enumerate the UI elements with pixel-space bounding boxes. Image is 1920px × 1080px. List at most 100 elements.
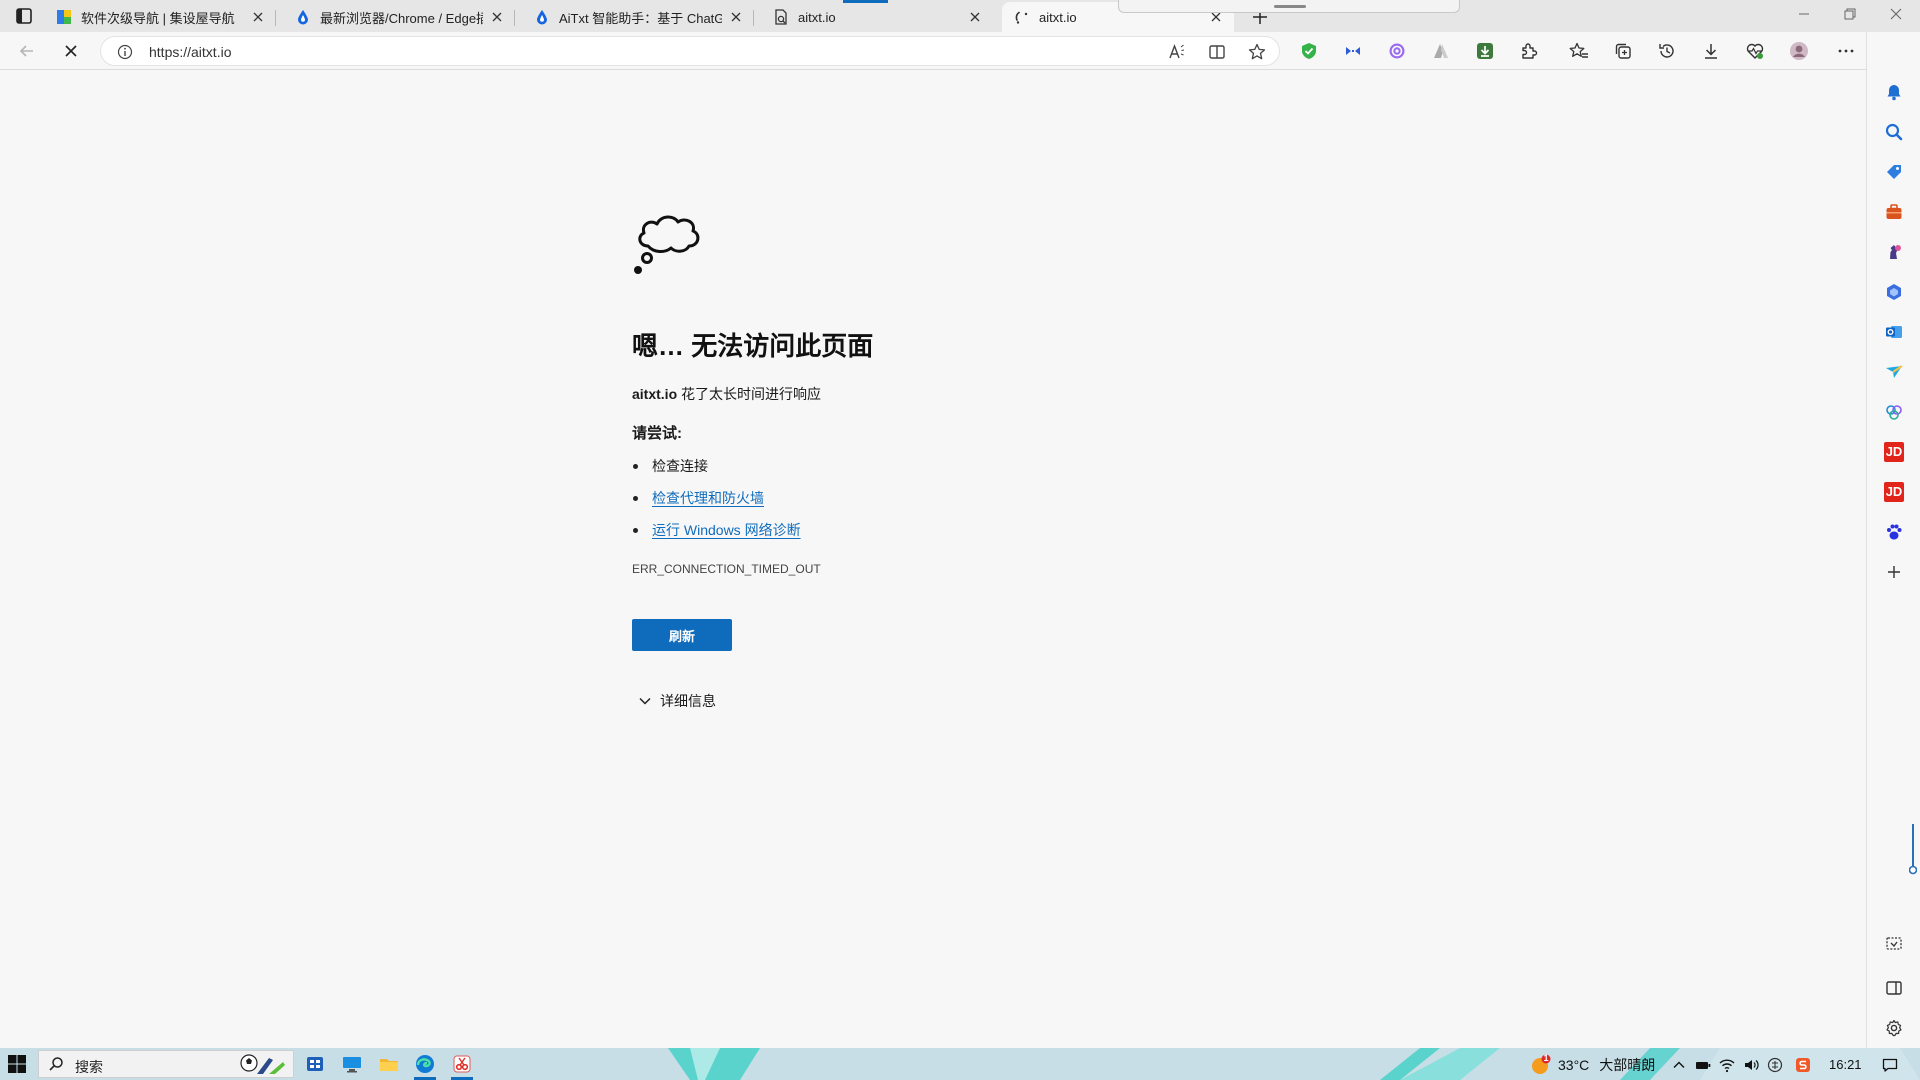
tab-4[interactable]: aitxt.io bbox=[761, 2, 993, 32]
battery-icon[interactable] bbox=[1695, 1057, 1711, 1073]
loading-spinner-icon bbox=[1014, 9, 1030, 25]
stop-loading-icon[interactable] bbox=[61, 41, 81, 61]
tools-briefcase-icon[interactable] bbox=[1884, 202, 1904, 222]
suggestion-check-proxy: 检查代理和防火墙 bbox=[632, 488, 801, 520]
tab-strip: 软件次级导航 | 集设屋导航 最新浏览器/Chrome / Edge插件 AiT… bbox=[0, 0, 1920, 32]
refresh-button[interactable]: 刷新 bbox=[632, 619, 732, 651]
history-icon[interactable] bbox=[1657, 41, 1677, 61]
tab-title: 软件次级导航 | 集设屋导航 bbox=[81, 10, 235, 26]
page-content: 嗯… 无法访问此页面 aitxt.io 花了太长时间进行响应 请尝试: 检查连接… bbox=[0, 70, 1865, 1048]
close-icon[interactable] bbox=[728, 9, 744, 25]
tab-1[interactable]: 软件次级导航 | 集设屋导航 bbox=[44, 2, 276, 32]
microsoft-365-icon[interactable] bbox=[1884, 282, 1904, 302]
favorites-icon[interactable] bbox=[1569, 41, 1589, 61]
weather-temperature: 33°C bbox=[1558, 1057, 1590, 1073]
jd-shopping-icon[interactable]: JD bbox=[1884, 442, 1904, 462]
aitxt-extension-icon[interactable] bbox=[1431, 41, 1451, 61]
tab-3[interactable]: AiTxt 智能助手：基于 ChatGPT 3.5 bbox=[522, 2, 754, 32]
edge-sidebar: JD JD bbox=[1866, 32, 1920, 1048]
designer-icon[interactable] bbox=[1884, 402, 1904, 422]
chevron-up-icon[interactable] bbox=[1671, 1057, 1687, 1073]
shopping-tag-icon[interactable] bbox=[1884, 162, 1904, 182]
ai-swirl-extension-icon[interactable] bbox=[1387, 41, 1407, 61]
details-label: 详细信息 bbox=[660, 693, 716, 709]
sidebar-toggle-icon[interactable] bbox=[1884, 978, 1904, 998]
jd-shopping-icon-2[interactable]: JD bbox=[1884, 482, 1904, 502]
chevron-down-icon bbox=[639, 697, 651, 705]
bell-icon[interactable] bbox=[1884, 82, 1904, 102]
downloads-icon[interactable] bbox=[1701, 41, 1721, 61]
search-placeholder: 搜索 bbox=[75, 1059, 103, 1075]
notification-center-icon[interactable] bbox=[1882, 1057, 1898, 1073]
jd-label: JD bbox=[1885, 444, 1903, 459]
search-icon[interactable] bbox=[1884, 122, 1904, 142]
network-diagnostics-link[interactable]: 运行 Windows 网络诊断 bbox=[652, 522, 801, 538]
windows-start-icon[interactable] bbox=[7, 1054, 27, 1074]
avatar[interactable] bbox=[1789, 41, 1809, 61]
error-host: aitxt.io bbox=[632, 386, 678, 402]
restore-icon[interactable] bbox=[1842, 6, 1858, 22]
minimize-icon[interactable] bbox=[1796, 6, 1812, 22]
read-aloud-icon[interactable] bbox=[1167, 42, 1187, 62]
taskbar-search[interactable]: 搜索 bbox=[38, 1050, 294, 1078]
search-highlight-soccer-icon bbox=[239, 1052, 289, 1076]
edge-browser-icon[interactable] bbox=[414, 1053, 436, 1075]
games-chess-icon[interactable] bbox=[1884, 242, 1904, 262]
more-options-icon[interactable] bbox=[1836, 41, 1856, 61]
error-title: 嗯… 无法访问此页面 bbox=[632, 331, 874, 361]
tab-title: aitxt.io bbox=[798, 9, 836, 25]
file-explorer-icon[interactable] bbox=[378, 1053, 400, 1075]
check-proxy-link[interactable]: 检查代理和防火墙 bbox=[652, 490, 764, 506]
ime-icon[interactable] bbox=[1767, 1057, 1783, 1073]
weather-badge: 1 bbox=[1543, 1053, 1549, 1063]
screenshot-icon[interactable] bbox=[1884, 934, 1904, 954]
performance-heart-icon[interactable] bbox=[1745, 41, 1765, 61]
drop-send-icon[interactable] bbox=[1884, 362, 1904, 382]
wifi-icon[interactable] bbox=[1719, 1057, 1735, 1073]
close-icon[interactable] bbox=[967, 9, 983, 25]
arrows-extension-icon[interactable] bbox=[1343, 41, 1363, 61]
security-s-icon[interactable] bbox=[1795, 1057, 1811, 1073]
tab-title: AiTxt 智能助手：基于 ChatGPT 3.5 bbox=[559, 10, 722, 26]
info-icon[interactable] bbox=[117, 44, 133, 60]
taskbar-clock[interactable]: 16:21 bbox=[1829, 1057, 1862, 1072]
window-close-icon[interactable] bbox=[1888, 6, 1904, 22]
thought-cloud-icon bbox=[632, 206, 708, 282]
task-view-app-icon[interactable] bbox=[304, 1053, 326, 1075]
snipping-tool-icon[interactable] bbox=[451, 1053, 473, 1075]
colorful-grid-favicon-icon bbox=[56, 9, 72, 25]
close-icon[interactable] bbox=[250, 9, 266, 25]
add-icon[interactable] bbox=[1884, 562, 1904, 582]
close-icon[interactable] bbox=[489, 9, 505, 25]
split-screen-icon[interactable] bbox=[1207, 42, 1227, 62]
outlook-icon[interactable] bbox=[1884, 322, 1904, 342]
weather-widget[interactable]: 1 33°C 大部晴朗 bbox=[1530, 1053, 1655, 1076]
loading-indicator bbox=[843, 0, 888, 3]
settings-gear-icon[interactable] bbox=[1884, 1018, 1904, 1038]
address-bar[interactable]: https://aitxt.io bbox=[100, 36, 1280, 66]
collections-icon[interactable] bbox=[1613, 41, 1633, 61]
search-icon bbox=[48, 1056, 64, 1072]
suggestion-check-connection: 检查连接 bbox=[632, 456, 801, 488]
tab-actions-icon[interactable] bbox=[14, 6, 34, 26]
download-extension-icon[interactable] bbox=[1475, 41, 1495, 61]
this-pc-icon[interactable] bbox=[341, 1053, 363, 1075]
favorite-star-icon[interactable] bbox=[1247, 42, 1267, 62]
tab-2[interactable]: 最新浏览器/Chrome / Edge插件 bbox=[283, 2, 515, 32]
browser-toolbar: https://aitxt.io bbox=[0, 32, 1920, 70]
taskbar: 搜索 1 33°C 大部晴朗 16:21 bbox=[0, 1048, 1920, 1080]
dropdown-panel-edge[interactable] bbox=[1118, 0, 1460, 13]
url-text[interactable]: https://aitxt.io bbox=[149, 44, 231, 60]
shield-extension-icon[interactable] bbox=[1299, 41, 1319, 61]
broken-page-favicon-icon bbox=[773, 9, 789, 25]
drag-handle[interactable] bbox=[1274, 5, 1306, 8]
back-arrow-icon[interactable] bbox=[17, 41, 37, 61]
error-description: aitxt.io 花了太长时间进行响应 bbox=[632, 384, 821, 404]
blue-drop-favicon-icon bbox=[295, 9, 311, 25]
volume-icon[interactable] bbox=[1743, 1057, 1759, 1073]
details-toggle[interactable]: 详细信息 bbox=[638, 691, 716, 711]
extensions-puzzle-icon[interactable] bbox=[1519, 41, 1539, 61]
sidebar-scroll-indicator[interactable] bbox=[1909, 824, 1917, 876]
baidu-paw-icon[interactable] bbox=[1884, 522, 1904, 542]
suggestion-list: 检查连接 检查代理和防火墙 运行 Windows 网络诊断 bbox=[632, 456, 801, 552]
